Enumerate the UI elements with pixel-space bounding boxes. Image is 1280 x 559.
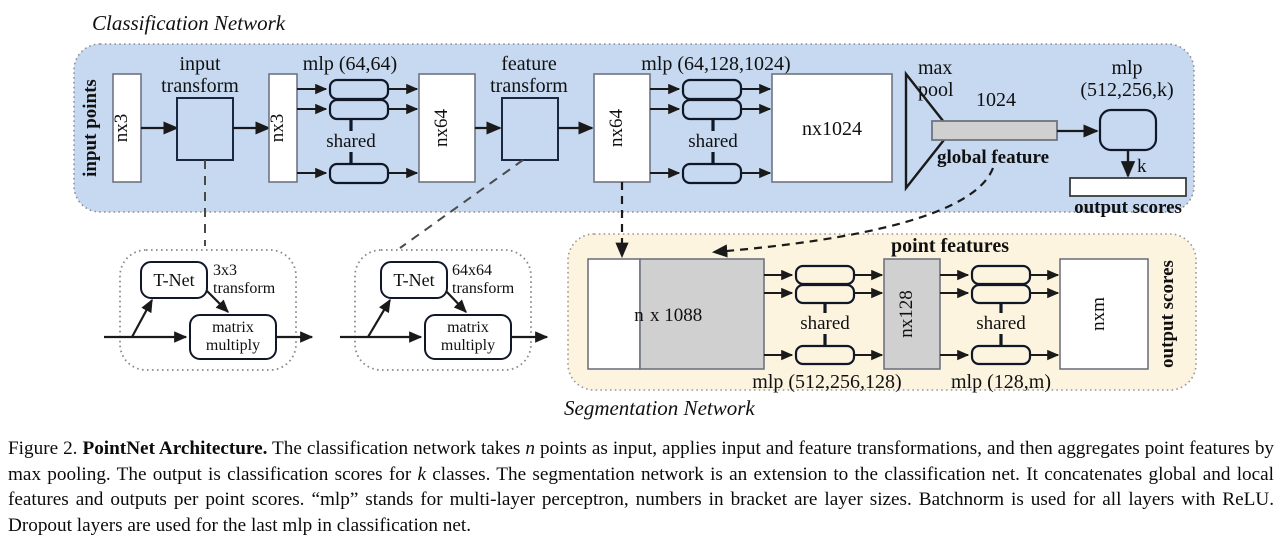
tnet-input-tnet-label: T-Net	[153, 270, 194, 290]
mlp5-shared-label: shared	[976, 313, 1026, 334]
mlp1-unit-box-2	[328, 98, 390, 121]
block-nx128-label: nx128	[896, 290, 917, 338]
figure-caption: Figure 2. PointNet Architecture. The cla…	[8, 436, 1274, 538]
mlp-512-256-k-label-line2: (512,256,k)	[1080, 79, 1173, 101]
segmentation-network-title: Segmentation Network	[564, 396, 755, 420]
mlp2-unit-box-2	[681, 98, 743, 121]
input-transform-label-line2: transform	[161, 75, 239, 97]
block-nx128: nx128	[883, 258, 941, 370]
block-nx64-a: nx64	[418, 73, 476, 183]
tnet-feature-transform-label-line1: 64x64	[452, 262, 492, 279]
mlp-512-256-128-label: mlp (512,256,128)	[752, 371, 901, 393]
feature-transform-label-line1: feature	[501, 53, 557, 75]
block-nx3-input-label: nx3	[111, 114, 132, 143]
concat-white-part	[587, 258, 641, 370]
input-transform-box	[176, 97, 234, 161]
tnet-input-branch-arrow	[131, 298, 153, 338]
tnet-feature-branch-arrow	[367, 298, 391, 338]
mlp4-unit-box-2	[794, 283, 856, 305]
tnet-feature-group: T-Net 64x64 transform matrix multiply	[340, 249, 549, 371]
block-nxm-label: nxm	[1088, 297, 1109, 331]
input-transform-label-line1: input	[179, 53, 221, 75]
mlp5-unit-box-3	[970, 344, 1032, 366]
block-nx3-input: nx3	[111, 73, 142, 183]
mlp2-unit-box-3	[681, 162, 743, 185]
concat-n-label: n	[634, 305, 644, 326]
tnet-input-matmul-label-line2: multiply	[206, 337, 260, 354]
classification-network-title: Classification Network	[92, 11, 286, 35]
mlp4-unit-box-3	[794, 344, 856, 366]
tnet-input-matmul-label-line1: matrix	[212, 319, 254, 336]
caption-var-k: k	[417, 463, 427, 485]
caption-figure-number: Figure 2.	[8, 438, 78, 459]
tnet-feature-tnet-label: T-Net	[393, 270, 434, 290]
feature-transform-box	[501, 97, 559, 161]
global-feature-dim-label: 1024	[976, 89, 1016, 111]
mlp-64-128-1024-label: mlp (64,128,1024)	[641, 53, 790, 75]
mlp-128-m-label: mlp (128,m)	[951, 371, 1051, 393]
mlp-64-64-label: mlp (64,64)	[303, 53, 397, 75]
tnet-input-transform-label-line2: transform	[213, 280, 276, 297]
tnet-feature-transform-label-line2: transform	[452, 280, 515, 297]
input-points-label: input points	[80, 79, 101, 177]
block-nx1024: nx1024	[771, 73, 893, 183]
block-nx1024-label: nx1024	[802, 118, 862, 140]
caption-segment-1: The classification network takes	[267, 438, 526, 459]
tnet-input-transform-label-line1: 3x3	[213, 262, 237, 279]
mlp3-box	[1098, 108, 1158, 152]
block-nx64-a-label: nx64	[431, 109, 452, 148]
mlp4-unit-box-1	[794, 264, 856, 286]
tnet-feature-matmul-label-line2: multiply	[441, 337, 495, 354]
max-pool-label-line2: pool	[918, 79, 954, 101]
mlp1-unit-box-3	[328, 162, 390, 185]
max-pool-label-line1: max	[918, 57, 952, 79]
mlp5-unit-box-2	[970, 283, 1032, 305]
mlp5-unit-box-1	[970, 264, 1032, 286]
block-nx64-b-label: nx64	[606, 109, 627, 148]
classification-output-scores-bar	[1069, 177, 1187, 197]
k-dim-label: k	[1137, 156, 1147, 177]
block-concat-n-x-1088: n x 1088	[587, 258, 765, 370]
global-feature-label: global feature	[937, 147, 1049, 168]
feature-transform-label-line2: transform	[490, 75, 568, 97]
concat-dim-label: x 1088	[650, 305, 702, 326]
mlp2-shared-label: shared	[688, 131, 738, 152]
figure-diagram: Classification Network input points nx3 …	[0, 0, 1280, 430]
mlp4-shared-label: shared	[800, 313, 850, 334]
block-nx3-output-label: nx3	[267, 114, 288, 143]
block-nx3-output: nx3	[267, 73, 298, 183]
caption-bold-title: PointNet Architecture.	[82, 438, 268, 459]
block-nx64-b: nx64	[593, 73, 651, 183]
mlp-512-256-k-label-line1: mlp	[1111, 57, 1142, 79]
tnet-feature-matmul-label-line1: matrix	[447, 319, 489, 336]
mlp2-unit-box-1	[681, 78, 743, 101]
classification-output-scores-label: output scores	[1074, 197, 1182, 218]
segmentation-output-scores-label: output scores	[1157, 260, 1178, 368]
block-nxm: nxm	[1059, 258, 1149, 370]
global-feature-bar	[931, 120, 1058, 141]
mlp1-shared-label: shared	[326, 131, 376, 152]
caption-var-n: n	[525, 438, 535, 459]
point-features-label: point features	[891, 235, 1009, 257]
mlp1-unit-box-1	[328, 78, 390, 101]
tnet-input-group: T-Net 3x3 transform matrix multiply	[104, 249, 314, 371]
